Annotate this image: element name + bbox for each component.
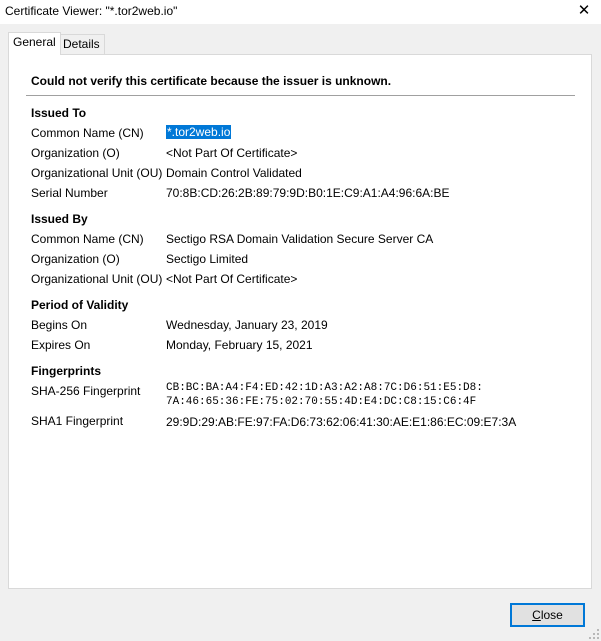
issued-to-ou-label: Organizational Unit (OU) (31, 166, 163, 180)
serial-number-value: 70:8B:CD:26:2B:89:79:9D:B0:1E:C9:A1:A4:9… (166, 186, 450, 200)
title-bar: Certificate Viewer: "*.tor2web.io" ✕ (0, 0, 601, 24)
issued-by-cn-value: Sectigo RSA Domain Validation Secure Ser… (166, 232, 434, 246)
close-button[interactable]: Close (510, 603, 585, 627)
sha1-label: SHA1 Fingerprint (31, 414, 124, 428)
divider (26, 95, 575, 96)
issued-to-cn-value[interactable]: *.tor2web.io (166, 125, 232, 139)
general-panel: Could not verify this certificate becaus… (8, 54, 592, 589)
tab-details[interactable]: Details (58, 34, 105, 54)
begins-on-label: Begins On (31, 318, 88, 332)
window-title: Certificate Viewer: "*.tor2web.io" (5, 4, 178, 18)
resize-grip-icon[interactable] (589, 629, 599, 639)
verification-warning: Could not verify this certificate becaus… (31, 74, 392, 88)
validity-heading: Period of Validity (31, 298, 129, 312)
close-accesskey: C (532, 608, 541, 622)
sha1-value: 29:9D:29:AB:FE:97:FA:D6:73:62:06:41:30:A… (166, 415, 517, 429)
sha256-value-line1: CB:BC:BA:A4:F4:ED:42:1D:A3:A2:A8:7C:D6:5… (166, 382, 483, 394)
begins-on-value: Wednesday, January 23, 2019 (166, 318, 328, 332)
window-close-icon[interactable]: ✕ (567, 0, 601, 24)
issued-by-ou-value: <Not Part Of Certificate> (166, 272, 298, 286)
expires-on-value: Monday, February 15, 2021 (166, 338, 313, 352)
tab-general[interactable]: General (8, 32, 61, 55)
close-label: lose (540, 608, 563, 622)
issued-by-o-label: Organization (O) (31, 252, 120, 266)
fingerprints-heading: Fingerprints (31, 364, 102, 378)
selected-text[interactable]: *.tor2web.io (166, 125, 232, 139)
serial-number-label: Serial Number (31, 186, 108, 200)
issued-by-cn-label: Common Name (CN) (31, 232, 144, 246)
issued-to-o-label: Organization (O) (31, 146, 120, 160)
issued-to-ou-value: Domain Control Validated (166, 166, 302, 180)
issued-to-o-value: <Not Part Of Certificate> (166, 146, 298, 160)
issued-by-ou-label: Organizational Unit (OU) (31, 272, 163, 286)
issued-by-o-value: Sectigo Limited (166, 252, 249, 266)
issued-to-cn-label: Common Name (CN) (31, 126, 144, 140)
sha256-value-line2: 7A:46:65:36:FE:75:02:70:55:4D:E4:DC:C8:1… (166, 396, 477, 408)
sha256-label: SHA-256 Fingerprint (31, 384, 141, 398)
expires-on-label: Expires On (31, 338, 91, 352)
issued-to-heading: Issued To (31, 106, 87, 120)
issued-by-heading: Issued By (31, 212, 88, 226)
